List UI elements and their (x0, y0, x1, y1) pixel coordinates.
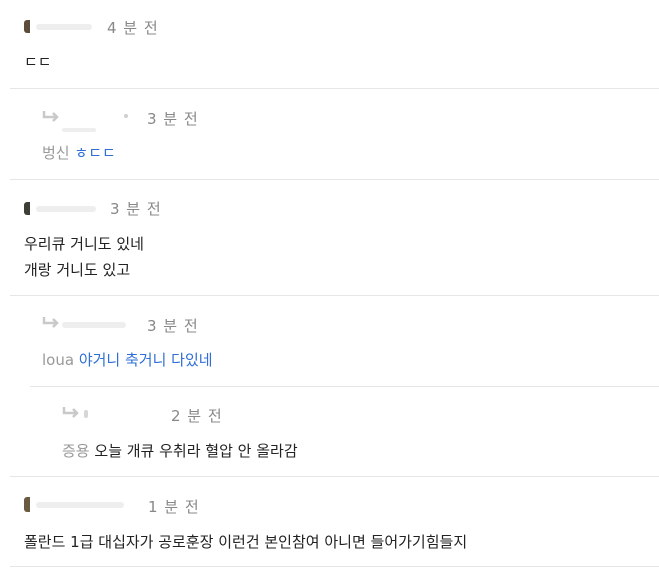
divider (10, 88, 659, 89)
nickname-dot (124, 114, 128, 118)
timestamp: 2 분 전 (171, 407, 223, 425)
avatar[interactable] (24, 497, 30, 512)
divider (10, 476, 659, 477)
comment-text: ㄷㄷ (24, 53, 52, 71)
reply-arrow-icon (42, 317, 59, 328)
mention[interactable]: loua (42, 351, 74, 369)
comment-text: 개랑 거니도 있고 (24, 261, 131, 279)
timestamp: 3 분 전 (147, 110, 199, 128)
comment-text: loua 야거니 축거니 다있네 (42, 347, 213, 373)
avatar[interactable] (24, 202, 30, 215)
reply-arrow-icon (42, 111, 59, 122)
comment-text: 폴란드 1급 대십자가 공로훈장 이런건 본인참여 아니면 들어가기힘들지 (24, 533, 468, 551)
mention[interactable]: 증용 (62, 442, 90, 460)
divider (10, 179, 659, 180)
timestamp: 3 분 전 (147, 317, 199, 335)
reply-text: 오늘 개큐 우취라 혈압 안 올라감 (94, 442, 298, 460)
reply-text: 야거니 축거니 다있네 (78, 351, 213, 369)
nickname[interactable] (62, 322, 126, 328)
divider (10, 295, 659, 296)
mention[interactable]: 벙신 (42, 144, 70, 162)
timestamp: 4 분 전 (107, 19, 159, 37)
reply-arrow-icon (62, 407, 79, 418)
comment-text: 벙신 ㅎㄷㄷ (42, 140, 116, 166)
avatar[interactable] (24, 20, 30, 33)
comment-text: 증용 오늘 개큐 우취라 혈압 안 올라감 (62, 438, 298, 464)
nickname[interactable] (62, 128, 96, 132)
nickname[interactable] (36, 502, 124, 508)
comment-text: 우리큐 거니도 있네 (24, 235, 144, 253)
divider (30, 386, 659, 387)
timestamp: 3 분 전 (110, 200, 162, 218)
timestamp: 1 분 전 (148, 498, 200, 516)
nickname[interactable] (36, 24, 92, 30)
divider (10, 566, 659, 567)
nickname[interactable] (36, 206, 96, 212)
reply-text: ㅎㄷㄷ (74, 144, 116, 162)
nickname[interactable] (84, 410, 88, 418)
